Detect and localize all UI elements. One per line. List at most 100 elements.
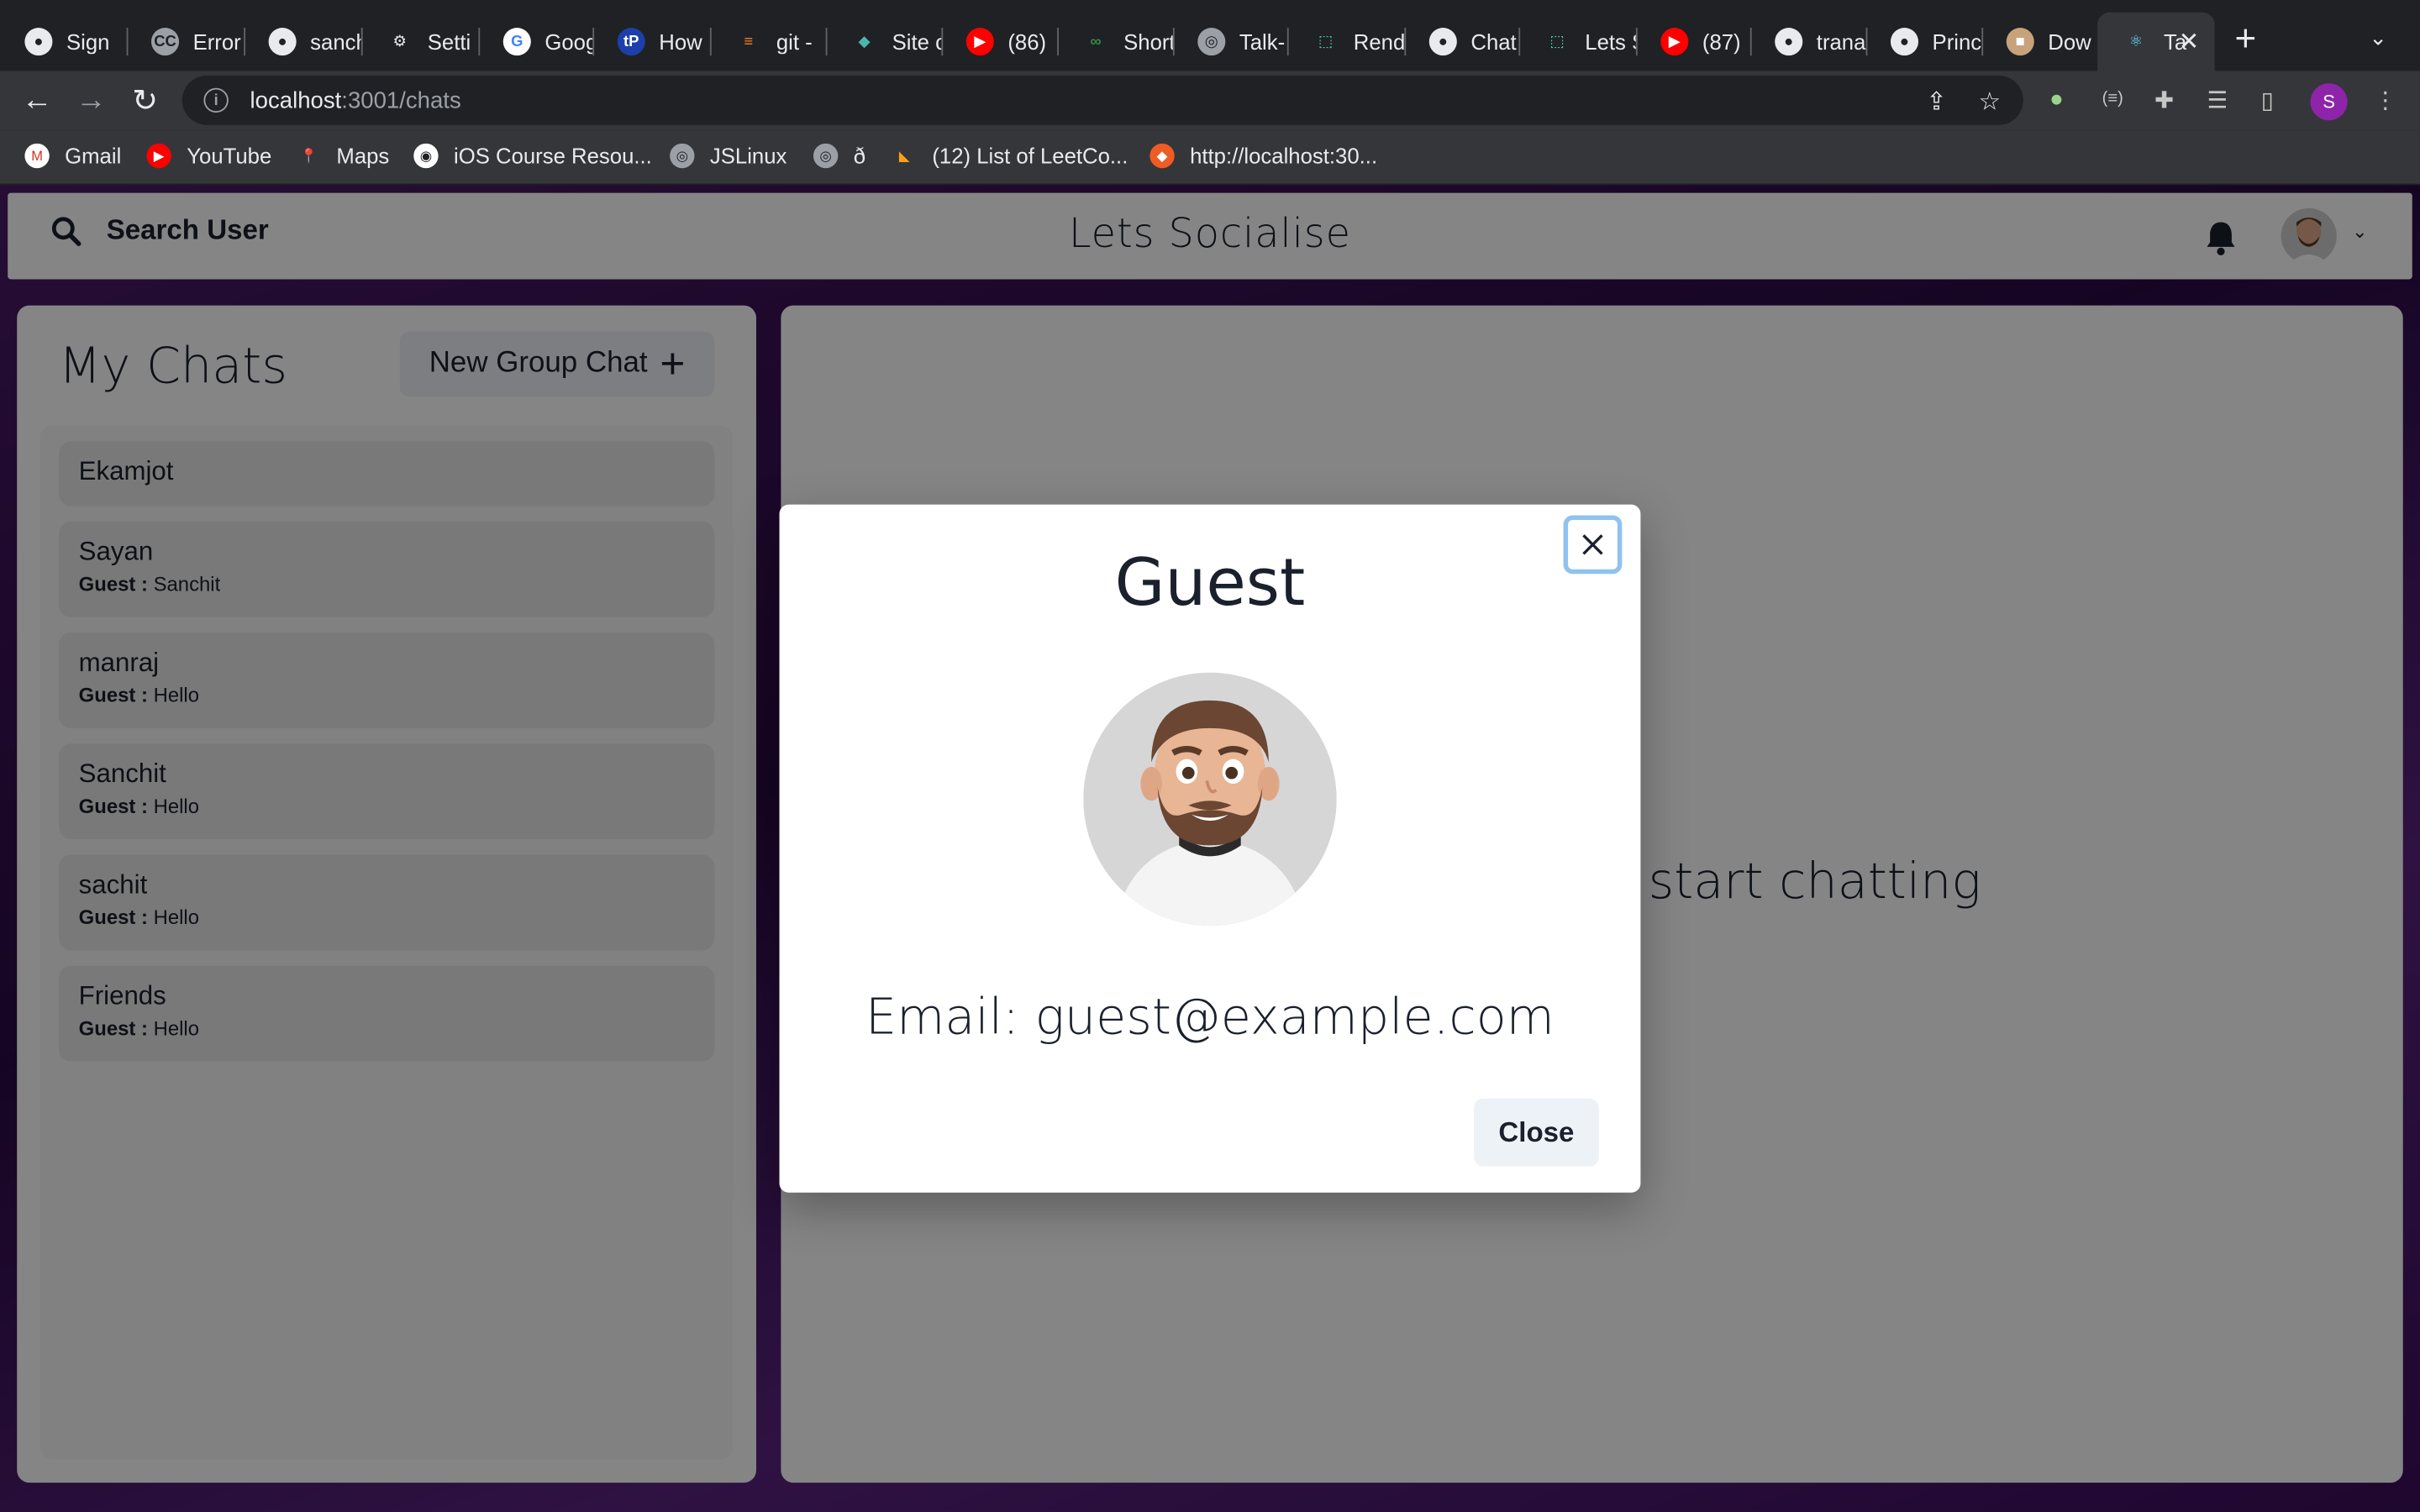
bookmark-item[interactable]: M Gmail bbox=[24, 143, 122, 169]
tab-search-icon[interactable]: ⌄ bbox=[2369, 24, 2387, 50]
tab-label: Goog bbox=[544, 29, 593, 55]
side-panel-icon[interactable]: ▯ bbox=[2261, 87, 2274, 114]
bookmark-item[interactable]: ◣ (12) List of LeetCo... bbox=[892, 144, 1128, 168]
browser-tab[interactable]: ∞ Short bbox=[1057, 13, 1172, 71]
bookmark-item[interactable]: ▶ YouTube bbox=[146, 143, 272, 169]
url-path: :3001/chats bbox=[341, 87, 461, 113]
modal-title: Guest bbox=[1114, 544, 1306, 621]
bookmark-label: http://localhost:30... bbox=[1190, 143, 1378, 169]
tab-label: Lets S bbox=[1585, 29, 1636, 55]
forward-icon[interactable]: → bbox=[71, 81, 111, 121]
close-icon[interactable] bbox=[1563, 515, 1623, 575]
browser-tab[interactable]: ● Sign bbox=[0, 13, 127, 71]
globe-icon: ◎ bbox=[670, 143, 695, 169]
youtube-icon: ▶ bbox=[146, 143, 171, 169]
leetcode-icon: ◣ bbox=[898, 147, 910, 163]
browser-tab[interactable]: ⚙ Setti bbox=[361, 13, 479, 71]
bookmark-label: Gmail bbox=[65, 143, 122, 169]
render-icon: ⬚ bbox=[1549, 33, 1565, 50]
github-icon: ● bbox=[1775, 28, 1803, 56]
tab-label: trana bbox=[1816, 29, 1866, 55]
profile-modal: Guest Email: guest@example.com Close bbox=[779, 504, 1641, 1193]
browser-tab[interactable]: ■ Dow bbox=[1981, 13, 2097, 71]
tab-separator bbox=[1172, 28, 1175, 56]
bookmark-label: JSLinux bbox=[709, 143, 787, 169]
gear-icon: ⚙ bbox=[392, 33, 407, 50]
tab-label: How bbox=[659, 29, 702, 55]
browser-tab[interactable]: ⚛ Ta ✕ bbox=[2097, 12, 2215, 71]
tab-separator bbox=[1749, 28, 1752, 56]
tp-icon: tP bbox=[617, 28, 645, 56]
tab-separator bbox=[360, 28, 363, 56]
bookmark-item[interactable]: ◆ http://localhost:30... bbox=[1150, 143, 1378, 169]
tab-label: Error bbox=[192, 29, 241, 55]
tab-separator bbox=[1635, 28, 1638, 56]
tab-label: Talk- bbox=[1239, 29, 1286, 55]
browser-tab[interactable]: ▶ (87) bbox=[1636, 13, 1750, 71]
new-tab-button[interactable]: + bbox=[2235, 21, 2257, 59]
tab-separator bbox=[592, 28, 595, 56]
bookmark-item[interactable]: 📍 Maps bbox=[297, 144, 389, 168]
browser-tab[interactable]: ⬚ Lets S bbox=[1518, 13, 1636, 71]
browser-tab[interactable]: ▶ (86) bbox=[941, 13, 1057, 71]
bookmark-star-icon[interactable]: ☆ bbox=[1979, 87, 2001, 118]
tab-separator bbox=[478, 28, 481, 56]
browser-tab[interactable]: ● Princ bbox=[1866, 13, 1982, 71]
bookmarks-bar: M Gmail ▶ YouTube 📍 Maps ◉ iOS Course Resou... ◎… bbox=[0, 129, 2420, 186]
tab-label: sanch bbox=[310, 29, 361, 55]
browser-tab[interactable]: ● trana bbox=[1750, 13, 1866, 71]
image-icon: ■ bbox=[2006, 28, 2034, 56]
tab-label: Rend bbox=[1353, 29, 1405, 55]
profile-avatar[interactable]: S bbox=[2310, 83, 2348, 121]
youtube-icon: ▶ bbox=[965, 28, 994, 56]
tab-close-icon[interactable]: ✕ bbox=[2179, 26, 2200, 57]
youtube-icon: ▶ bbox=[1660, 28, 1689, 56]
tab-separator bbox=[825, 28, 828, 56]
browser-toolbar: ← → ↻ i localhost:3001/chats ⇪ ☆ ● (≡) ✚… bbox=[0, 71, 2420, 130]
tab-label: Dow bbox=[2048, 29, 2091, 55]
back-icon[interactable]: ← bbox=[17, 81, 57, 121]
cc-icon: CC bbox=[150, 28, 180, 56]
browser-tab[interactable]: ● sanch bbox=[244, 13, 361, 71]
extension-icon[interactable]: (≡) bbox=[2102, 90, 2123, 108]
globe-icon: ◎ bbox=[1197, 28, 1226, 56]
tab-separator bbox=[1518, 28, 1521, 56]
media-icon[interactable]: ☰ bbox=[2207, 87, 2228, 114]
bookmark-item[interactable]: ◎ ð bbox=[813, 143, 865, 169]
browser-tab[interactable]: ◎ Talk- bbox=[1173, 13, 1287, 71]
browser-tab[interactable]: ≡ git - bbox=[710, 13, 826, 71]
render-icon: ⬚ bbox=[1318, 33, 1334, 50]
browser-tab[interactable]: tP How bbox=[592, 13, 710, 71]
browser-tab[interactable]: ◆ Site c bbox=[826, 13, 942, 71]
tab-separator bbox=[126, 28, 129, 56]
tab-separator bbox=[244, 28, 246, 56]
bookmark-item[interactable]: ◎ JSLinux bbox=[670, 143, 787, 169]
bookmark-label: YouTube bbox=[187, 143, 272, 169]
tab-label: Chat bbox=[1470, 29, 1517, 55]
tab-separator bbox=[1286, 28, 1289, 56]
tab-label: Princ bbox=[1932, 29, 1982, 55]
bookmark-item[interactable]: ◉ iOS Course Resou... bbox=[413, 143, 652, 169]
close-button[interactable]: Close bbox=[1474, 1098, 1599, 1167]
extension-icon[interactable]: ● bbox=[2049, 87, 2064, 113]
kebab-menu-icon[interactable]: ⋮ bbox=[2374, 87, 2397, 114]
tab-separator bbox=[941, 28, 944, 56]
site-info-icon[interactable]: i bbox=[203, 87, 229, 113]
browser-tab[interactable]: G Goog bbox=[478, 13, 592, 71]
puzzle-icon[interactable]: ✚ bbox=[2154, 87, 2174, 114]
github-icon: ● bbox=[1890, 28, 1919, 56]
github-icon: ● bbox=[1428, 28, 1457, 56]
github-icon: ● bbox=[24, 28, 53, 56]
tab-separator bbox=[1981, 28, 1984, 56]
tab-label: Site c bbox=[892, 29, 942, 55]
reload-icon[interactable]: ↻ bbox=[125, 81, 166, 121]
tab-label: Sign bbox=[66, 29, 110, 55]
browser-tab[interactable]: ⬚ Rend bbox=[1287, 13, 1405, 71]
react-icon: ⚛ bbox=[2128, 33, 2144, 50]
address-bar[interactable]: i localhost:3001/chats ⇪ ☆ bbox=[182, 75, 2023, 125]
browser-tab[interactable]: CC Error bbox=[127, 13, 245, 71]
share-icon[interactable]: ⇪ bbox=[1926, 87, 1947, 118]
diamond-icon: ◆ bbox=[858, 33, 871, 50]
tab-separator bbox=[1404, 28, 1407, 56]
browser-tab[interactable]: ● Chat bbox=[1404, 13, 1518, 71]
